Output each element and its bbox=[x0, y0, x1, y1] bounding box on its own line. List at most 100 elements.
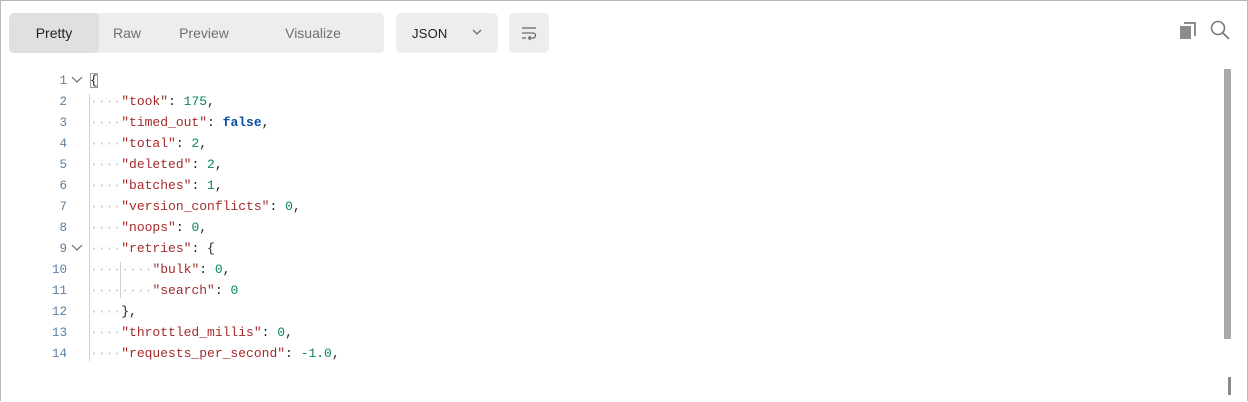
tab-raw[interactable]: Raw bbox=[99, 13, 155, 53]
code-token: "version_conflicts" bbox=[121, 199, 270, 214]
whitespace-marker: ···· bbox=[90, 346, 122, 361]
code-line: 14 ····"requests_per_second": -1.0, bbox=[1, 343, 1211, 364]
code-token: 0 bbox=[285, 199, 293, 214]
format-select[interactable]: JSON bbox=[396, 13, 498, 53]
code-line: 4 ····"total": 2, bbox=[1, 133, 1211, 154]
code-token: "bulk" bbox=[152, 262, 200, 277]
view-mode-tabs: Pretty Raw Preview Visualize bbox=[9, 13, 384, 53]
code-text: ····"noops": 0, bbox=[90, 220, 207, 235]
code-token: : bbox=[261, 325, 278, 340]
whitespace-marker: ···· bbox=[90, 283, 122, 298]
code-token: , bbox=[214, 157, 223, 172]
json-code-editor[interactable]: 1{2 ····"took": 175, 3 ····"timed_out": fal… bbox=[1, 69, 1247, 401]
code-token: } bbox=[121, 304, 130, 319]
code-token: , bbox=[199, 136, 208, 151]
code-text: { bbox=[90, 73, 98, 88]
code-token: 175 bbox=[183, 94, 208, 109]
code-token: : bbox=[175, 220, 192, 235]
line-number: 4 bbox=[59, 136, 67, 151]
wrap-lines-icon bbox=[522, 27, 537, 41]
code-token: "throttled_millis" bbox=[121, 325, 262, 340]
whitespace-marker: ···· bbox=[90, 136, 122, 151]
code-token: : bbox=[175, 136, 192, 151]
code-token: : bbox=[214, 283, 231, 298]
whitespace-marker: ···· bbox=[90, 115, 122, 130]
code-token: "retries" bbox=[121, 241, 192, 256]
code-token: 0 bbox=[230, 283, 239, 298]
whitespace-marker: ···· bbox=[121, 283, 153, 298]
scrollbar-marker bbox=[1228, 377, 1231, 395]
search-icon[interactable] bbox=[1209, 19, 1231, 41]
code-line: 8 ····"noops": 0, bbox=[1, 217, 1211, 238]
code-token: "noops" bbox=[121, 220, 176, 235]
code-text: ····"version_conflicts": 0, bbox=[90, 199, 301, 214]
code-token: "deleted" bbox=[121, 157, 192, 172]
whitespace-marker: ···· bbox=[90, 325, 122, 340]
whitespace-marker: ···· bbox=[90, 94, 122, 109]
code-line: 7 ····"version_conflicts": 0, bbox=[1, 196, 1211, 217]
code-token: 0 bbox=[214, 262, 223, 277]
code-token: , bbox=[129, 304, 137, 319]
code-line: 1{ bbox=[1, 70, 1211, 91]
code-token: 0 bbox=[277, 325, 286, 340]
code-token: 1 bbox=[207, 178, 215, 193]
whitespace-marker: ···· bbox=[121, 262, 153, 277]
tab-visualize[interactable]: Visualize bbox=[253, 13, 373, 53]
code-token: , bbox=[199, 220, 208, 235]
chevron-down-icon bbox=[472, 29, 482, 35]
line-number: 11 bbox=[51, 283, 67, 298]
code-line: 9 ····"retries": { bbox=[1, 238, 1211, 259]
code-token: -1.0 bbox=[300, 346, 332, 361]
code-text: ····"retries": { bbox=[90, 241, 215, 256]
code-token: : bbox=[191, 241, 208, 256]
line-number: 10 bbox=[51, 262, 67, 277]
fold-chevron-icon[interactable] bbox=[71, 75, 83, 85]
whitespace-marker: ···· bbox=[90, 157, 122, 172]
line-number: 3 bbox=[59, 115, 67, 130]
line-number: 7 bbox=[59, 199, 67, 214]
code-token: , bbox=[285, 325, 293, 340]
code-token: "took" bbox=[121, 94, 169, 109]
code-text: ····"requests_per_second": -1.0, bbox=[90, 346, 340, 361]
code-token: , bbox=[214, 178, 223, 193]
code-text: ····"total": 2, bbox=[90, 136, 207, 151]
code-token: { bbox=[207, 241, 215, 256]
code-line: 2 ····"took": 175, bbox=[1, 91, 1211, 112]
code-text: ····"timed_out": false, bbox=[90, 115, 269, 130]
code-text: ····"took": 175, bbox=[90, 94, 215, 109]
wrap-lines-button[interactable] bbox=[509, 13, 549, 53]
code-token: "total" bbox=[121, 136, 176, 151]
code-token: { bbox=[90, 73, 98, 88]
code-token: : bbox=[191, 178, 208, 193]
whitespace-marker: ···· bbox=[90, 178, 122, 193]
code-token: "requests_per_second" bbox=[121, 346, 286, 361]
line-number: 12 bbox=[51, 304, 67, 319]
code-token: , bbox=[207, 94, 215, 109]
whitespace-marker: ···· bbox=[90, 304, 122, 319]
code-token: , bbox=[331, 346, 340, 361]
code-token: false bbox=[222, 115, 262, 130]
line-number: 5 bbox=[59, 157, 67, 172]
line-number: 2 bbox=[59, 94, 67, 109]
code-line: 5 ····"deleted": 2, bbox=[1, 154, 1211, 175]
line-number: 13 bbox=[51, 325, 67, 340]
whitespace-marker: ···· bbox=[90, 199, 122, 214]
code-token: : bbox=[207, 115, 223, 130]
code-text: ····"throttled_millis": 0, bbox=[90, 325, 293, 340]
code-text: ········"search": 0 bbox=[90, 283, 238, 298]
fold-chevron-icon[interactable] bbox=[71, 243, 83, 253]
code-token: : bbox=[199, 262, 215, 277]
code-text: ····"deleted": 2, bbox=[90, 157, 223, 172]
code-token: "search" bbox=[152, 283, 215, 298]
tab-pretty[interactable]: Pretty bbox=[9, 13, 99, 53]
editor-scrollbar-thumb[interactable] bbox=[1224, 69, 1231, 339]
format-select-value: JSON bbox=[412, 25, 448, 41]
code-text: ········"bulk": 0, bbox=[90, 262, 230, 277]
tab-preview[interactable]: Preview bbox=[155, 13, 253, 53]
code-text: ····"batches": 1, bbox=[90, 178, 223, 193]
copy-icon[interactable] bbox=[1178, 21, 1198, 41]
code-token: , bbox=[292, 199, 301, 214]
line-number: 8 bbox=[59, 220, 67, 235]
line-number: 9 bbox=[59, 241, 67, 256]
whitespace-marker: ···· bbox=[90, 262, 122, 277]
